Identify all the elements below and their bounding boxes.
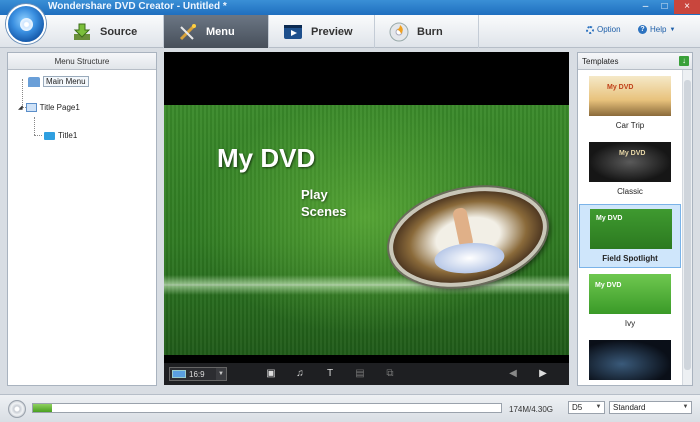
disc-logo-icon bbox=[20, 18, 33, 31]
home-icon bbox=[28, 76, 40, 87]
option-label: Option bbox=[597, 25, 621, 34]
download-arrow-icon bbox=[72, 22, 92, 42]
tree-node-title1[interactable]: Title1 bbox=[44, 131, 77, 140]
chevron-down-icon: ▼ bbox=[595, 404, 602, 410]
help-label: Help bbox=[650, 25, 667, 34]
film-play-icon bbox=[283, 22, 303, 42]
capacity-progress-bar bbox=[32, 403, 502, 413]
help-icon: ? bbox=[638, 25, 647, 34]
chevron-down-icon: ▼ bbox=[216, 368, 226, 380]
quality-select[interactable]: Standard ▼ bbox=[609, 401, 692, 414]
tab-preview-label: Preview bbox=[311, 25, 353, 38]
gear-icon bbox=[586, 25, 594, 34]
template-item-selected[interactable]: My DVD Field Spotlight bbox=[579, 204, 681, 268]
preview-control-bar: 16:9 ▼ ▣ ♫ T ▤ ⧉ ◀ ▶ bbox=[164, 363, 569, 385]
templates-header: Templates ↓ bbox=[578, 53, 692, 70]
maximize-button[interactable]: □ bbox=[655, 0, 674, 14]
play-button-text[interactable]: Play bbox=[301, 187, 328, 202]
disc-burn-icon bbox=[389, 22, 409, 42]
template-item[interactable]: My DVD Ivy bbox=[579, 270, 681, 334]
add-text-icon[interactable]: T bbox=[324, 368, 336, 380]
wand-icon bbox=[178, 22, 198, 42]
template-item[interactable]: My DVD Car Trip bbox=[579, 72, 681, 136]
minimize-button[interactable]: – bbox=[636, 0, 655, 14]
collapse-arrow-icon[interactable]: ◢ bbox=[18, 104, 23, 111]
dancer-dress bbox=[433, 240, 506, 276]
capacity-progress-fill bbox=[33, 404, 52, 412]
template-name: Car Trip bbox=[615, 121, 645, 130]
template-thumbnail: My DVD bbox=[589, 76, 671, 116]
music-note-icon[interactable]: ♫ bbox=[294, 368, 306, 380]
chevron-down-icon: ▼ bbox=[682, 404, 689, 410]
template-name: Ivy bbox=[624, 319, 636, 328]
thumb-text: My DVD bbox=[607, 84, 634, 91]
thumb-text: My DVD bbox=[595, 282, 622, 289]
template-thumbnail: My DVD bbox=[589, 142, 671, 182]
app-logo bbox=[6, 4, 46, 44]
chevron-down-icon: ▼ bbox=[669, 26, 676, 33]
menu-structure-header: Menu Structure bbox=[8, 53, 156, 70]
template-thumbnail: My DVD bbox=[589, 274, 671, 314]
capacity-text: 174M/4.30G bbox=[509, 405, 554, 414]
template-item[interactable] bbox=[579, 336, 681, 384]
arrow-right-icon[interactable]: ▶ bbox=[537, 368, 549, 380]
menu-preview: My DVD Play Scenes 16:9 ▼ ▣ ♫ T ▤ ⧉ ◀ ▶ bbox=[164, 52, 569, 385]
chapter-icon[interactable]: ⧉ bbox=[384, 368, 396, 380]
aspect-ratio-select[interactable]: 16:9 ▼ bbox=[169, 367, 227, 381]
folder-icon bbox=[44, 131, 55, 140]
template-thumbnail bbox=[589, 340, 671, 380]
thumb-text: My DVD bbox=[619, 150, 646, 157]
tab-menu-label: Menu bbox=[206, 25, 235, 38]
tree-node-label: Title1 bbox=[58, 131, 78, 140]
tab-source-label: Source bbox=[100, 25, 138, 38]
tree-node-label: Main Menu bbox=[43, 76, 89, 87]
window-controls: – □ × bbox=[636, 0, 700, 15]
template-name: Classic bbox=[617, 187, 643, 196]
status-bar: 174M/4.30G D5 ▼ Standard ▼ bbox=[0, 394, 700, 422]
thumb-text: My DVD bbox=[596, 215, 623, 222]
download-icon[interactable]: ↓ bbox=[679, 56, 689, 66]
field-line bbox=[164, 275, 569, 295]
tab-source[interactable]: Source bbox=[58, 15, 164, 48]
option-button[interactable]: Option bbox=[586, 25, 621, 34]
tree-node-title-page[interactable]: ◢ Title Page1 bbox=[18, 103, 80, 112]
disc-type-value: D5 bbox=[572, 403, 583, 412]
tab-preview[interactable]: Preview bbox=[269, 15, 375, 48]
templates-title: Templates bbox=[582, 57, 619, 66]
template-thumbnail: My DVD bbox=[590, 209, 672, 249]
thumbnail-icon[interactable]: ▤ bbox=[354, 368, 366, 380]
arrow-left-icon[interactable]: ◀ bbox=[507, 368, 519, 380]
disc-type-select[interactable]: D5 ▼ bbox=[568, 401, 605, 414]
scrollbar-thumb[interactable] bbox=[684, 80, 691, 370]
templates-scrollbar[interactable] bbox=[682, 70, 692, 385]
tab-burn-label: Burn bbox=[417, 25, 443, 38]
main-toolbar: Source Menu Preview Burn Option ? Help ▼ bbox=[0, 15, 700, 48]
tab-menu[interactable]: Menu bbox=[164, 15, 269, 48]
monitor-icon bbox=[172, 370, 186, 378]
background-image-icon[interactable]: ▣ bbox=[265, 368, 277, 380]
scenes-button-text[interactable]: Scenes bbox=[301, 204, 347, 219]
disc-icon bbox=[8, 400, 26, 418]
tree-node-label: Title Page1 bbox=[39, 103, 80, 112]
tab-burn[interactable]: Burn bbox=[375, 15, 479, 48]
templates-panel: Templates ↓ My DVD Car Trip My DVD Class… bbox=[577, 52, 693, 386]
window-title: Wondershare DVD Creator - Untitled * bbox=[48, 1, 227, 12]
template-name: Field Spotlight bbox=[602, 254, 658, 263]
title-bar: Wondershare DVD Creator - Untitled * – □… bbox=[0, 0, 700, 15]
menu-structure-panel: Menu Structure Main Menu ◢ Title Page1 T… bbox=[7, 52, 157, 386]
menu-title-text[interactable]: My DVD bbox=[217, 143, 315, 174]
page-icon bbox=[25, 103, 37, 112]
tree-node-main-menu[interactable]: Main Menu bbox=[28, 76, 89, 87]
template-item[interactable]: My DVD Classic bbox=[579, 138, 681, 202]
close-button[interactable]: × bbox=[674, 0, 700, 14]
help-button[interactable]: ? Help ▼ bbox=[638, 25, 675, 34]
quality-value: Standard bbox=[613, 403, 646, 412]
aspect-ratio-value: 16:9 bbox=[189, 369, 205, 379]
menu-stage: My DVD Play Scenes bbox=[164, 105, 569, 355]
